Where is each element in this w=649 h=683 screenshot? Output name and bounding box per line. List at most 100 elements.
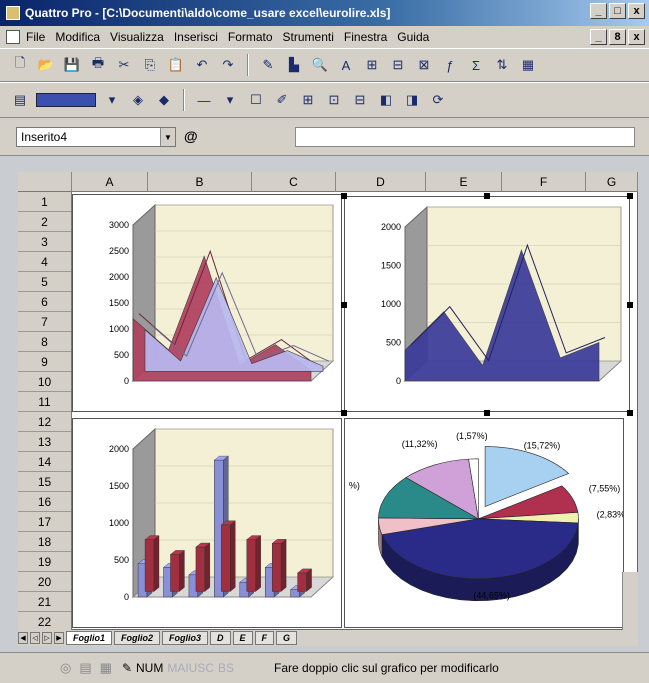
row-header[interactable]: 12 (18, 412, 71, 432)
zoom-icon[interactable]: 🔍 (310, 55, 330, 75)
col-header[interactable]: G (586, 172, 638, 192)
row-header[interactable]: 7 (18, 312, 71, 332)
vertical-scrollbar[interactable] (622, 572, 638, 630)
object-icon[interactable]: ◆ (154, 90, 174, 110)
table-icon[interactable]: ⊞ (362, 55, 382, 75)
col-header[interactable]: D (336, 172, 426, 192)
row-header[interactable]: 15 (18, 472, 71, 492)
row-header[interactable]: 13 (18, 432, 71, 452)
menu-guida[interactable]: Guida (397, 30, 429, 44)
redo-icon[interactable]: ↷ (218, 55, 238, 75)
open-folder-icon[interactable]: 📂 (36, 55, 56, 75)
menu-formato[interactable]: Formato (228, 30, 273, 44)
selection-handle[interactable] (341, 302, 347, 308)
grid-status-icon[interactable]: ▦ (100, 660, 112, 676)
menu-finestra[interactable]: Finestra (344, 30, 387, 44)
row-header[interactable]: 19 (18, 552, 71, 572)
layer-front-icon[interactable]: ◧ (376, 90, 396, 110)
chevron-down-icon[interactable]: ▼ (160, 128, 175, 146)
group-icon[interactable]: ⊡ (324, 90, 344, 110)
border-icon[interactable]: ☐ (246, 90, 266, 110)
col-header[interactable]: A (72, 172, 148, 192)
cut-icon[interactable]: ✂ (114, 55, 134, 75)
rotate-icon[interactable]: ⟳ (428, 90, 448, 110)
menu-file[interactable]: File (26, 30, 45, 44)
tab-foglio1[interactable]: Foglio1 (66, 631, 112, 645)
menu-modifica[interactable]: Modifica (55, 30, 100, 44)
tab-foglio2[interactable]: Foglio2 (114, 631, 160, 645)
row-header[interactable]: 9 (18, 352, 71, 372)
last-sheet-icon[interactable]: ▶ (54, 632, 64, 644)
minimize-button[interactable]: _ (590, 3, 607, 19)
tab-g[interactable]: G (276, 631, 298, 645)
row-header[interactable]: 2 (18, 212, 71, 232)
grid-icon[interactable]: ▦ (518, 55, 538, 75)
formula-input[interactable] (295, 127, 635, 147)
col-header[interactable]: E (426, 172, 502, 192)
doc-close-button[interactable]: x (628, 29, 645, 45)
print-icon[interactable]: 🖶 (88, 55, 108, 75)
menu-inserisci[interactable]: Inserisci (174, 30, 218, 44)
row-header[interactable]: 17 (18, 512, 71, 532)
pie-chart[interactable]: (15,72%) (7,55%) (2,83%) (44,65%)%) (11,32%)… (344, 418, 628, 628)
undo-icon[interactable]: ↶ (192, 55, 212, 75)
chart-icon[interactable]: ▙ (284, 55, 304, 75)
fill-color-swatch[interactable] (36, 93, 96, 107)
selection-handle[interactable] (484, 193, 490, 199)
row-header[interactable]: 18 (18, 532, 71, 552)
row-header[interactable]: 22 (18, 612, 71, 632)
sum-icon[interactable]: Σ (466, 55, 486, 75)
new-file-icon[interactable]: 🗋 (10, 55, 30, 75)
ungroup-icon[interactable]: ⊟ (350, 90, 370, 110)
col-header[interactable]: F (502, 172, 586, 192)
doc-restore-button[interactable]: 8 (609, 29, 626, 45)
paste-icon[interactable]: 📋 (166, 55, 186, 75)
refresh-icon[interactable]: ◎ (60, 660, 71, 676)
pen-icon[interactable]: ✐ (272, 90, 292, 110)
document-icon[interactable] (6, 30, 20, 44)
bar-chart[interactable]: 2000 1500 1000 500 0 (72, 418, 342, 628)
row-header[interactable]: 21 (18, 592, 71, 612)
layer-back-icon[interactable]: ◨ (402, 90, 422, 110)
selection-handle[interactable] (341, 410, 347, 416)
row-header[interactable]: 6 (18, 292, 71, 312)
name-box[interactable]: Inserito4 ▼ (16, 127, 176, 147)
maximize-button[interactable]: □ (609, 3, 626, 19)
fill-dropdown-icon[interactable]: ▾ (102, 90, 122, 110)
doc-minimize-button[interactable]: _ (590, 29, 607, 45)
row-header[interactable]: 3 (18, 232, 71, 252)
row-header[interactable]: 10 (18, 372, 71, 392)
close-button[interactable]: x (628, 3, 645, 19)
selection-handle[interactable] (627, 410, 633, 416)
row-header[interactable]: 14 (18, 452, 71, 472)
row-icon[interactable]: ⊠ (414, 55, 434, 75)
column-icon[interactable]: ⊟ (388, 55, 408, 75)
prev-sheet-icon[interactable]: ◁ (30, 632, 40, 644)
area-chart-1[interactable]: 3000 2500 2000 1500 1000 500 0 (72, 194, 342, 412)
line-style-icon[interactable]: — (194, 90, 214, 110)
row-header[interactable]: 8 (18, 332, 71, 352)
save-icon[interactable]: 💾 (62, 55, 82, 75)
copy-icon[interactable]: ⎘ (140, 55, 160, 75)
select-all-corner[interactable] (18, 172, 72, 191)
line-color-icon[interactable]: ▾ (220, 90, 240, 110)
area-chart-2[interactable]: 2000 1500 1000 500 0 (344, 196, 630, 412)
selection-handle[interactable] (484, 410, 490, 416)
shape-icon[interactable]: ◈ (128, 90, 148, 110)
col-header[interactable]: B (148, 172, 252, 192)
selection-handle[interactable] (627, 302, 633, 308)
tab-e[interactable]: E (232, 631, 253, 645)
document-status-icon[interactable]: ▤ (79, 660, 91, 676)
function-icon[interactable]: ƒ (440, 55, 460, 75)
at-button[interactable]: @ (184, 128, 198, 144)
text-box-icon[interactable]: A (336, 55, 356, 75)
row-header[interactable]: 16 (18, 492, 71, 512)
tab-f[interactable]: F (254, 631, 275, 645)
tab-foglio3[interactable]: Foglio3 (162, 631, 208, 645)
draw-icon[interactable]: ✎ (258, 55, 278, 75)
menu-visualizza[interactable]: Visualizza (110, 30, 164, 44)
row-header[interactable]: 4 (18, 252, 71, 272)
row-header[interactable]: 5 (18, 272, 71, 292)
row-header[interactable]: 20 (18, 572, 71, 592)
sort-icon[interactable]: ⇅ (492, 55, 512, 75)
